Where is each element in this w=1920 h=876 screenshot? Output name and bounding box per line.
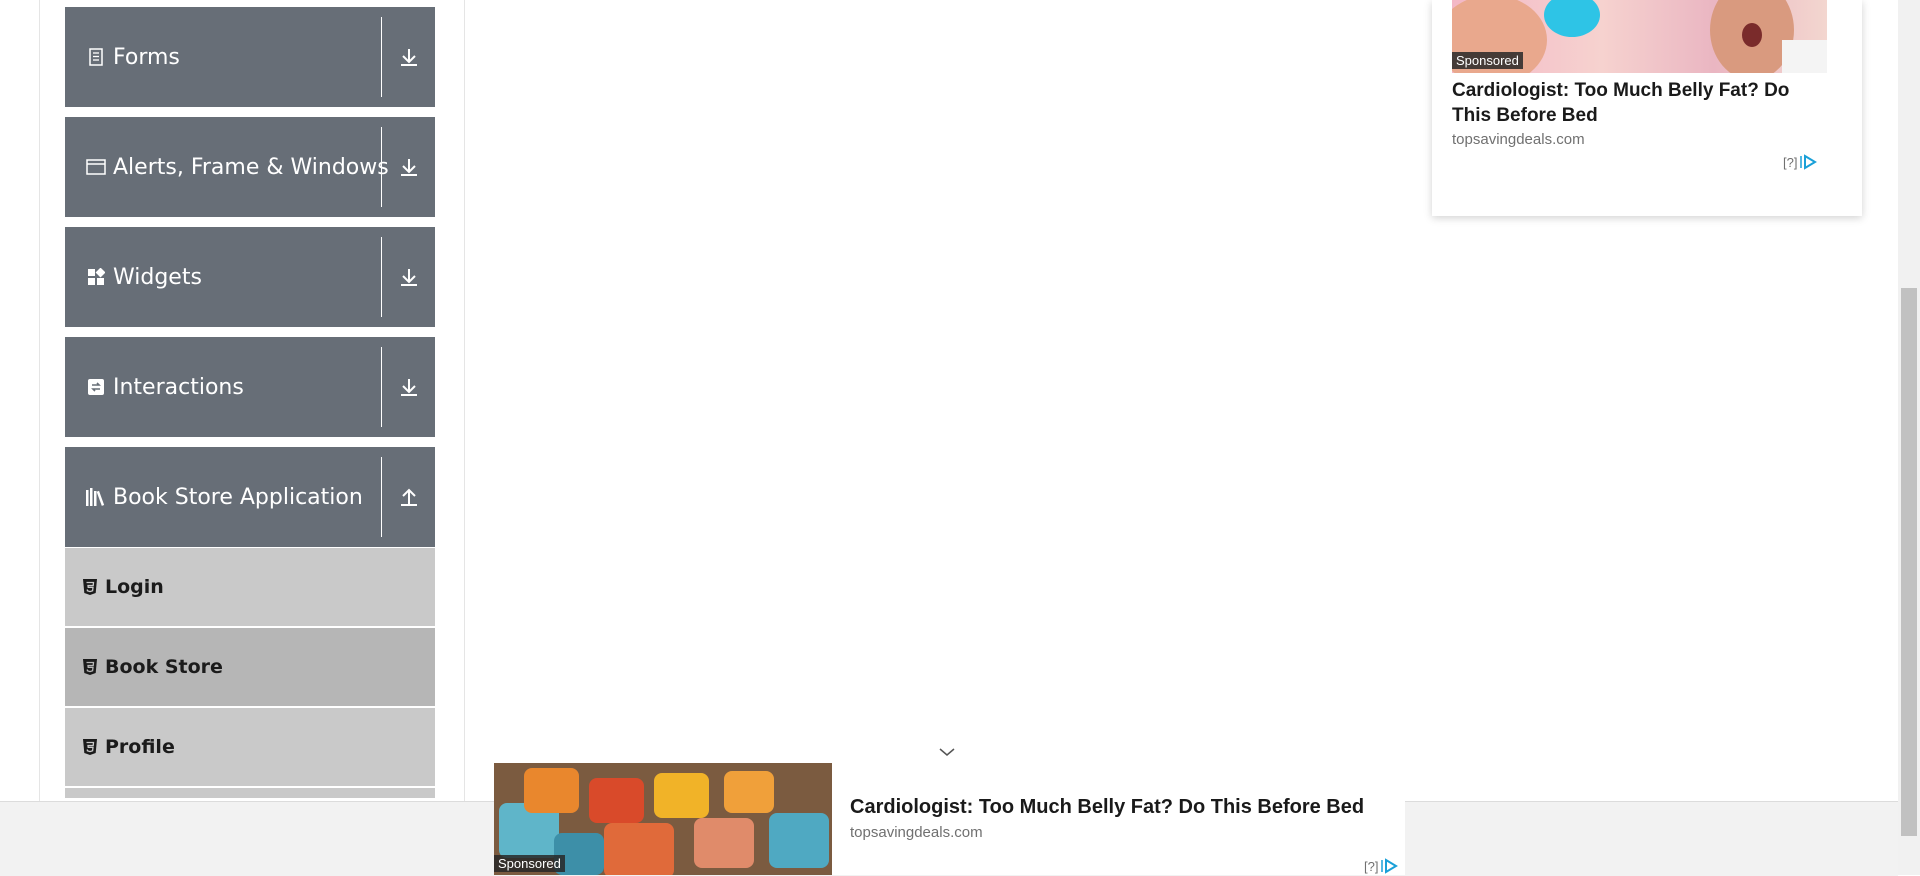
download-arrow-icon xyxy=(400,269,417,286)
download-arrow-icon xyxy=(400,379,417,396)
ad-image[interactable]: Sponsored xyxy=(1452,0,1827,73)
group-title-wrap: Forms xyxy=(85,7,180,107)
group-title-wrap: Alerts, Frame & Windows xyxy=(85,117,389,217)
ad-choices[interactable]: [?] xyxy=(1783,154,1818,170)
ad-help-link[interactable]: [?] xyxy=(1364,859,1378,874)
sponsored-label: Sponsored xyxy=(1452,52,1523,69)
ad-headline[interactable]: Cardiologist: Too Much Belly Fat? Do Thi… xyxy=(850,796,1364,819)
group-title-book-store-application: Book Store Application xyxy=(113,484,363,510)
window-icon xyxy=(85,156,107,178)
sponsored-label: Sponsored xyxy=(494,855,565,872)
chevron-down-icon[interactable] xyxy=(937,744,957,760)
widgets-icon xyxy=(85,266,107,288)
adchoices-icon xyxy=(1800,154,1818,170)
right-ad-card[interactable]: Sponsored Cardiologist: Too Much Belly F… xyxy=(1432,0,1862,216)
sidebar-item-partial[interactable] xyxy=(65,788,435,798)
sidebar-item-label: Book Store xyxy=(105,656,223,678)
group-header-book-store-application[interactable]: Book Store Application xyxy=(65,447,435,547)
sidebar-item-profile[interactable]: Profile xyxy=(65,708,435,788)
bottom-ad[interactable]: Sponsored Cardiologist: Too Much Belly F… xyxy=(494,763,1405,875)
group-title-widgets: Widgets xyxy=(113,264,202,290)
books-icon xyxy=(85,486,107,508)
scrollbar-thumb[interactable] xyxy=(1901,288,1917,836)
group-title-alerts: Alerts, Frame & Windows xyxy=(113,154,389,180)
html5-icon xyxy=(82,738,98,756)
group-toggle-widgets[interactable] xyxy=(382,227,435,327)
group-title-forms: Forms xyxy=(113,44,180,70)
ad-headline[interactable]: Cardiologist: Too Much Belly Fat? Do Thi… xyxy=(1452,78,1832,128)
form-icon xyxy=(85,46,107,68)
html5-icon xyxy=(82,578,98,596)
group-header-alerts[interactable]: Alerts, Frame & Windows xyxy=(65,117,435,217)
ad-image[interactable]: Sponsored xyxy=(494,763,832,875)
sidebar-item-login[interactable]: Login xyxy=(65,548,435,628)
sidebar-item-label: Profile xyxy=(105,736,175,758)
ad-domain[interactable]: topsavingdeals.com xyxy=(850,824,983,841)
group-toggle-alerts[interactable] xyxy=(382,117,435,217)
sidebar-left-border xyxy=(39,0,40,801)
group-toggle-interactions[interactable] xyxy=(382,337,435,437)
adchoices-icon xyxy=(1381,858,1399,874)
group-header-widgets[interactable]: Widgets xyxy=(65,227,435,327)
sidebar-item-label: Login xyxy=(105,576,164,598)
sidebar-item-book-store[interactable]: Book Store xyxy=(65,628,435,708)
interactions-icon xyxy=(85,376,107,398)
ad-domain[interactable]: topsavingdeals.com xyxy=(1452,131,1585,148)
group-title-interactions: Interactions xyxy=(113,374,244,400)
download-arrow-icon xyxy=(400,49,417,66)
sidebar-right-border xyxy=(464,0,465,801)
ad-help-link[interactable]: [?] xyxy=(1783,155,1797,170)
upload-arrow-icon xyxy=(400,488,417,506)
group-toggle-forms[interactable] xyxy=(382,7,435,107)
ad-choices[interactable]: [?] xyxy=(1364,858,1399,874)
html5-icon xyxy=(82,658,98,676)
download-arrow-icon xyxy=(400,159,417,176)
group-title-wrap: Book Store Application xyxy=(85,447,363,547)
group-toggle-book-store-application[interactable] xyxy=(382,447,435,547)
group-title-wrap: Widgets xyxy=(85,227,202,327)
group-title-wrap: Interactions xyxy=(85,337,244,437)
group-header-interactions[interactable]: Interactions xyxy=(65,337,435,437)
group-header-forms[interactable]: Forms xyxy=(65,7,435,107)
